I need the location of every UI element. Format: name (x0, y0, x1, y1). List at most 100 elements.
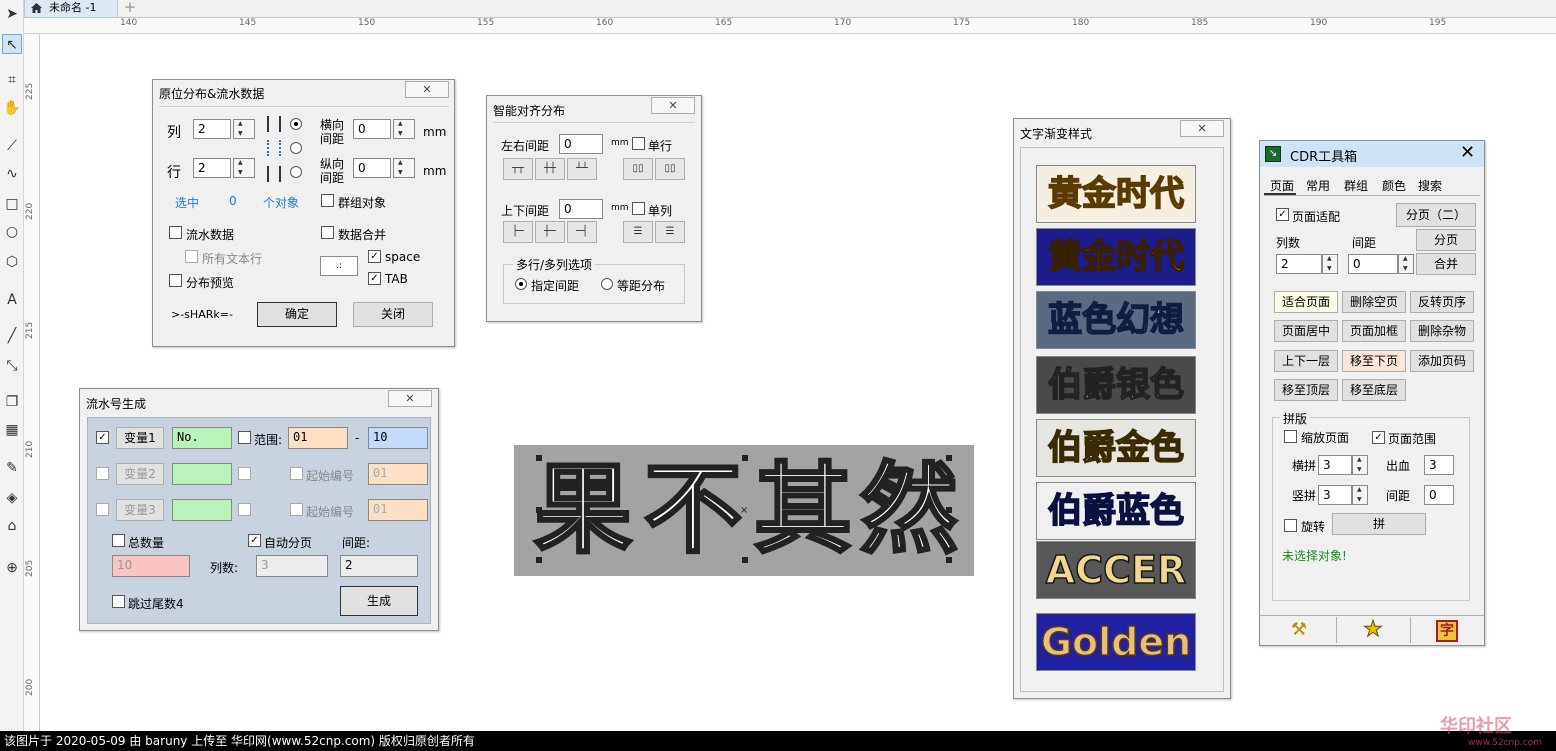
tab-color[interactable]: 颜色 (1382, 177, 1406, 194)
var3-button[interactable]: 变量3 (116, 499, 164, 521)
columns-stepper[interactable] (233, 119, 255, 139)
add-icon[interactable]: ⊕ (2, 558, 22, 578)
gradient-style-swatch[interactable]: 黄金时代 (1036, 165, 1196, 223)
gradient-style-swatch[interactable]: 黄金时代 (1036, 228, 1196, 286)
gap-input[interactable]: 0 (1348, 254, 1398, 274)
v-impose-stepper[interactable] (1352, 485, 1368, 505)
up-down-layer-button[interactable]: 上下一层 (1274, 350, 1338, 372)
impose-button[interactable]: 拼 (1332, 513, 1426, 535)
distribution-preview-checkbox[interactable] (169, 274, 182, 287)
rows-stepper[interactable] (233, 158, 255, 178)
ok-button[interactable]: 确定 (257, 302, 337, 327)
v-gap-input[interactable]: 0 (353, 158, 391, 178)
cols-input[interactable]: 3 (256, 555, 328, 577)
tb-gap-input[interactable]: 0 (559, 199, 603, 219)
space-checkbox[interactable]: ✓ (368, 250, 381, 263)
selection-handle[interactable] (536, 557, 542, 563)
delete-empty-pages-button[interactable]: 删除空页 (1342, 291, 1406, 313)
new-tab-icon[interactable]: + (122, 0, 138, 16)
h-gap-stepper[interactable] (393, 119, 415, 139)
start-no1-input[interactable]: 01 (368, 463, 428, 485)
gradient-style-swatch[interactable]: ACCER (1036, 541, 1196, 599)
var1-input[interactable]: No. (172, 427, 232, 449)
var1-button[interactable]: 变量1 (116, 427, 164, 449)
equal-distribution-radio[interactable] (601, 278, 613, 290)
var2-button[interactable]: 变量2 (116, 463, 164, 485)
align-middle-radio[interactable] (290, 142, 302, 154)
text-icon[interactable]: A (2, 290, 22, 310)
crop-icon[interactable]: ⌗ (2, 70, 22, 90)
merge-data-checkbox[interactable] (321, 226, 334, 239)
shape-icon[interactable]: ↖ (2, 34, 22, 54)
close-icon[interactable]: ✕ (1460, 143, 1475, 163)
align-center-v-icon[interactable]: ┼┼ (535, 158, 565, 180)
gap-input[interactable]: 2 (340, 555, 418, 577)
align-top-radio[interactable] (290, 118, 302, 130)
var3-checkbox[interactable] (96, 503, 109, 516)
specified-spacing-radio[interactable] (515, 278, 527, 290)
total-checkbox[interactable] (112, 534, 125, 547)
serial-data-checkbox[interactable] (169, 226, 182, 239)
rows-input[interactable]: 2 (193, 158, 231, 178)
delete-debris-button[interactable]: 删除杂物 (1410, 320, 1474, 342)
tab-group[interactable]: 群组 (1344, 177, 1368, 194)
fill-icon[interactable]: ◈ (2, 488, 22, 508)
tab-common[interactable]: 常用 (1306, 177, 1330, 194)
spacing-input[interactable]: 0 (1424, 485, 1454, 505)
vertical-ruler[interactable]: 225 220 215 210 205 200 (24, 34, 40, 731)
h-impose-stepper[interactable] (1352, 455, 1368, 475)
h-impose-input[interactable]: 3 (1318, 455, 1352, 475)
gap-stepper[interactable] (1398, 254, 1414, 274)
move-to-top-button[interactable]: 移至顶层 (1274, 379, 1338, 401)
range-checkbox[interactable] (238, 431, 251, 444)
connector-icon[interactable]: ⤡ (2, 356, 22, 376)
close-icon[interactable]: ✕ (1180, 120, 1224, 137)
v-gap-stepper[interactable] (393, 158, 415, 178)
var3-input[interactable] (172, 499, 232, 521)
transparency-icon[interactable]: ▦ (2, 420, 22, 440)
reverse-order-button[interactable]: 反转页序 (1410, 291, 1474, 313)
tab-search[interactable]: 搜索 (1418, 177, 1442, 194)
ellipse-icon[interactable]: ○ (2, 222, 22, 242)
var3-enable-checkbox[interactable] (238, 503, 251, 516)
selection-handle[interactable] (742, 455, 748, 461)
move-to-bottom-button[interactable]: 移至底层 (1342, 379, 1406, 401)
cols-stepper[interactable] (1322, 254, 1338, 274)
freehand-icon[interactable]: ⟋ (2, 136, 22, 156)
range-to-input[interactable]: 10 (368, 427, 428, 449)
align-left-icon[interactable]: ├─ (503, 221, 533, 243)
fit-page-button[interactable]: 适合页面 (1274, 291, 1338, 313)
align-center-h-icon[interactable]: ┼─ (535, 221, 565, 243)
page-fit-checkbox[interactable]: ✓ (1276, 208, 1289, 221)
tab-checkbox[interactable]: ✓ (368, 272, 381, 285)
all-text-rows-checkbox[interactable] (185, 250, 198, 263)
start-no2-input[interactable]: 01 (368, 499, 428, 521)
gradient-style-swatch[interactable]: 蓝色幻想 (1036, 291, 1196, 349)
bleed-input[interactable]: 3 (1424, 455, 1454, 475)
home-icon[interactable] (30, 2, 43, 14)
var2-checkbox[interactable] (96, 467, 109, 480)
split-button[interactable]: 分页 (1416, 229, 1476, 251)
center-page-button[interactable]: 页面居中 (1274, 320, 1338, 342)
character-icon[interactable]: 字 (1436, 620, 1458, 642)
auto-page-checkbox[interactable]: ✓ (248, 534, 261, 547)
selection-handle[interactable] (536, 507, 542, 513)
page-range-checkbox[interactable]: ✓ (1372, 431, 1385, 444)
align-right-icon[interactable]: ─┤ (567, 221, 597, 243)
scale-page-checkbox[interactable] (1284, 430, 1297, 443)
rectangle-icon[interactable]: □ (2, 194, 22, 214)
merge-button[interactable]: 合并 (1416, 253, 1476, 275)
var1-checkbox[interactable]: ✓ (96, 431, 109, 444)
tab-page[interactable]: 页面 (1270, 177, 1294, 194)
var2-input[interactable] (172, 463, 232, 485)
gradient-style-swatch[interactable]: 伯爵蓝色 (1036, 482, 1196, 540)
distribute-v-spacing-icon[interactable]: ☰ (655, 221, 685, 243)
close-icon[interactable]: ✕ (651, 97, 695, 114)
star-icon[interactable]: ★ (1338, 617, 1408, 643)
align-bottom-icon[interactable]: ┴┴ (567, 158, 597, 180)
lr-gap-input[interactable]: 0 (559, 134, 603, 154)
range-from-input[interactable]: 01 (288, 427, 348, 449)
split2-button[interactable]: 分页（二） (1396, 203, 1476, 227)
generate-button[interactable]: 生成 (340, 586, 418, 616)
gradient-style-swatch[interactable]: 伯爵银色 (1036, 356, 1196, 414)
